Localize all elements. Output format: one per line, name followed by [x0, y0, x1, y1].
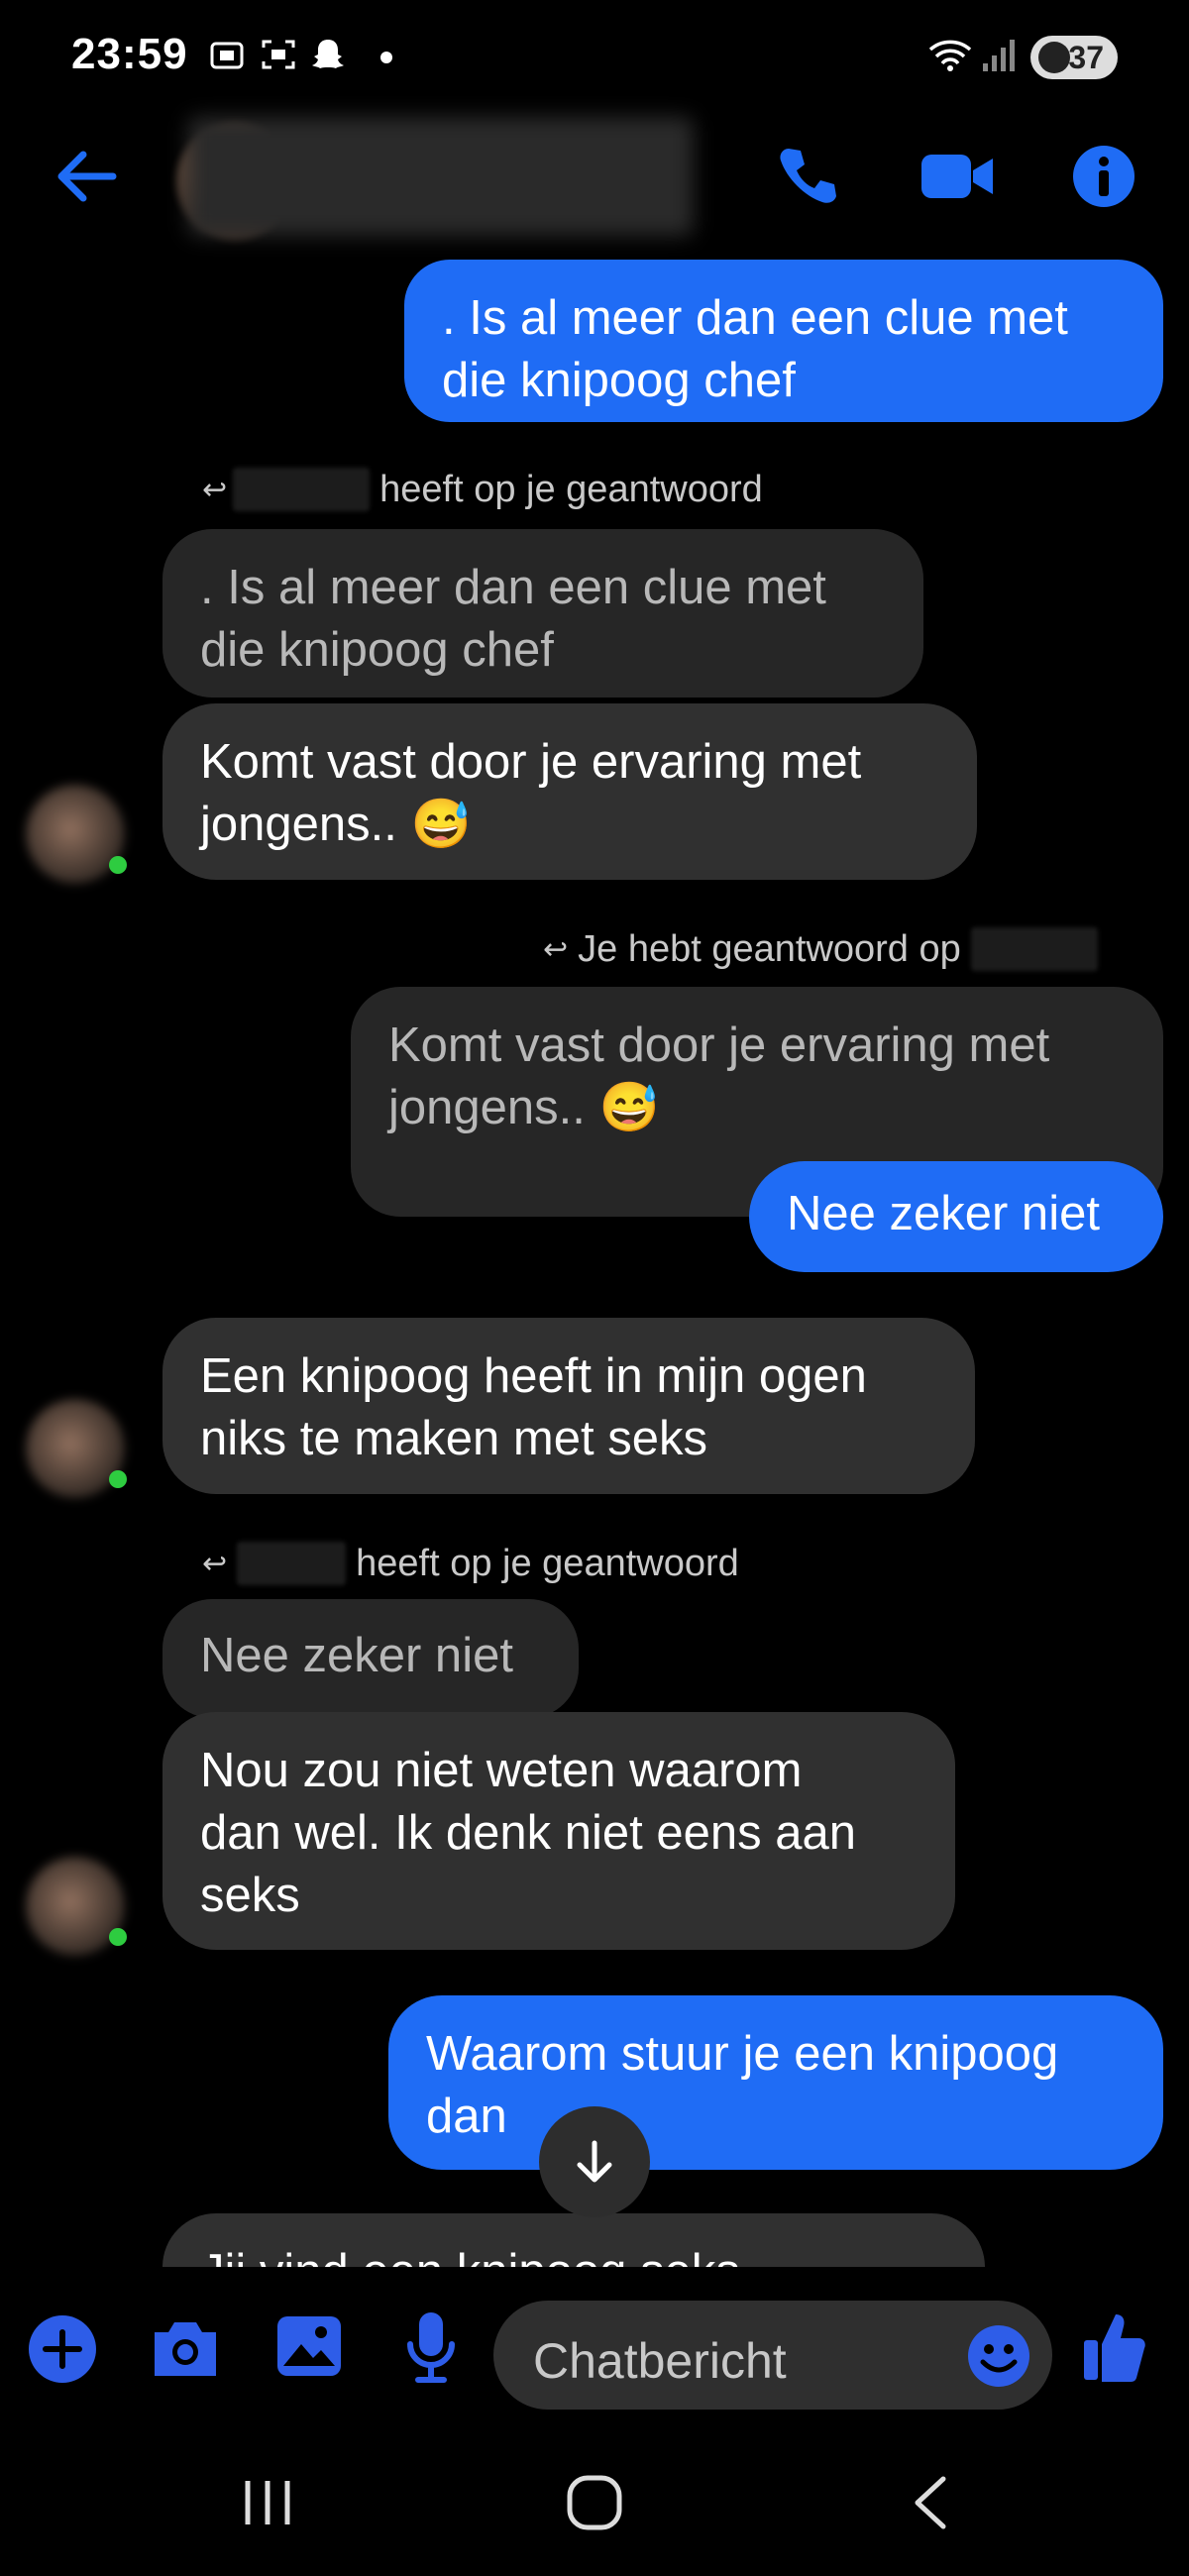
- reply-indicator: ↩ Je hebt geantwoord op: [543, 925, 1098, 973]
- scroll-to-bottom-button[interactable]: [539, 2106, 650, 2217]
- incoming-message[interactable]: Nou zou niet weten waarom dan wel. Ik de…: [162, 1712, 955, 1950]
- microphone-icon[interactable]: [404, 2310, 458, 2384]
- incoming-message[interactable]: Een knipoog heeft in mijn ogen niks te m…: [162, 1318, 975, 1494]
- battery-indicator: 37: [1030, 36, 1118, 79]
- redacted-name: [237, 1542, 347, 1585]
- quoted-text-line: die knipoog chef: [200, 623, 554, 677]
- screenshot-icon: [210, 42, 244, 69]
- reply-indicator: ↩ heeft op je geantwoord: [202, 1540, 739, 1587]
- reply-label: heeft op je geantwoord: [379, 468, 763, 510]
- quoted-message[interactable]: . Is al meer dan een clue met die knipoo…: [162, 529, 923, 698]
- message-text-line: Waarom stuur je een knipoog: [426, 2027, 1059, 2081]
- message-text-line: Komt vast door je ervaring met: [200, 735, 862, 789]
- back-nav-icon[interactable]: [908, 2473, 955, 2532]
- reply-label: heeft op je geantwoord: [356, 1542, 739, 1584]
- home-icon[interactable]: [565, 2473, 624, 2532]
- reply-indicator: ↩ heeft op je geantwoord: [202, 466, 763, 513]
- reply-arrow-icon: ↩: [543, 932, 569, 966]
- message-text-line: dan wel. Ik denk niet eens aan: [200, 1806, 856, 1860]
- reply-arrow-icon: ↩: [202, 473, 228, 506]
- battery-level: 37: [1068, 39, 1104, 75]
- outgoing-message[interactable]: Waarom stuur je een knipoog dan: [388, 1995, 1163, 2170]
- quoted-text-line: Komt vast door je ervaring met: [388, 1019, 1050, 1072]
- online-status-dot: [109, 1470, 127, 1488]
- quoted-text-line: jongens.. 😅: [388, 1081, 660, 1134]
- message-text: Nee zeker niet: [787, 1187, 1100, 1240]
- quoted-text-line: . Is al meer dan een clue met: [200, 561, 826, 614]
- wifi-icon: [928, 40, 972, 71]
- redacted-name: [233, 468, 371, 511]
- message-text-line: dan: [426, 2090, 507, 2143]
- message-text-line: Een knipoog heeft in mijn ogen: [200, 1349, 867, 1403]
- plus-icon[interactable]: [28, 2314, 97, 2384]
- phone-icon[interactable]: [775, 145, 838, 208]
- incoming-message[interactable]: Jij vind een knipoog seks: [162, 2213, 985, 2267]
- snapchat-icon: [312, 40, 344, 68]
- redacted-name: [970, 927, 1098, 971]
- battery-saver-icon: [1038, 42, 1070, 73]
- reply-arrow-icon: ↩: [202, 1547, 228, 1580]
- message-input[interactable]: [531, 2330, 931, 2392]
- arrow-down-icon: [577, 2140, 612, 2183]
- message-text-line: niks te maken met seks: [200, 1412, 707, 1465]
- reply-label: Je hebt geantwoord op: [578, 927, 961, 970]
- message-text-line: Nou zou niet weten waarom: [200, 1744, 803, 1797]
- online-status-dot: [109, 856, 127, 874]
- recent-apps-icon[interactable]: [238, 2475, 297, 2530]
- message-text-line: die knipoog chef: [442, 354, 796, 407]
- contact-name-redacted[interactable]: [188, 117, 694, 236]
- video-camera-icon[interactable]: [919, 147, 995, 206]
- status-time: 23:59: [71, 30, 188, 78]
- incoming-message[interactable]: Komt vast door je ervaring met jongens..…: [162, 703, 977, 880]
- notification-dot: [380, 52, 392, 63]
- message-text-line: . Is al meer dan een clue met: [442, 291, 1068, 345]
- camera-icon[interactable]: [149, 2316, 222, 2380]
- screen-record-icon: [262, 40, 295, 69]
- emoji-icon[interactable]: [967, 2324, 1030, 2388]
- online-status-dot: [109, 1928, 127, 1946]
- thumbs-up-icon[interactable]: [1082, 2310, 1147, 2382]
- message-text: Jij vind een knipoog seks: [200, 2241, 947, 2267]
- info-icon[interactable]: [1072, 145, 1135, 208]
- message-list-clip: Jij vind een knipoog seks: [0, 2209, 1189, 2267]
- quoted-message[interactable]: Nee zeker niet: [162, 1599, 579, 1718]
- outgoing-message[interactable]: Nee zeker niet: [749, 1161, 1163, 1272]
- outgoing-message[interactable]: . Is al meer dan een clue met die knipoo…: [404, 260, 1163, 422]
- message-text-line: seks: [200, 1869, 300, 1922]
- gallery-icon[interactable]: [275, 2314, 343, 2378]
- message-text-line: jongens.. 😅: [200, 798, 472, 851]
- quoted-text: Nee zeker niet: [200, 1629, 513, 1682]
- back-arrow-icon[interactable]: [55, 149, 117, 204]
- signal-icon: [983, 40, 1015, 71]
